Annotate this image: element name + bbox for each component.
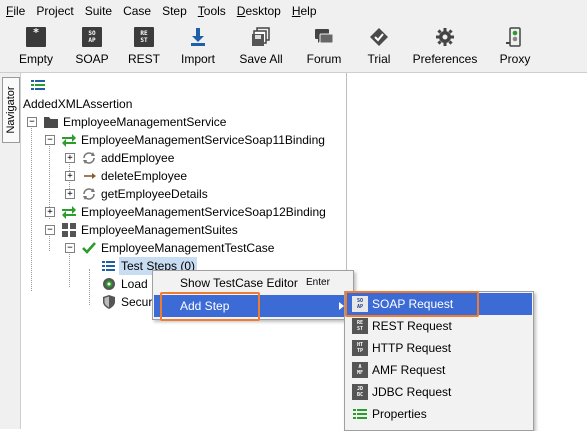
folder-icon [43,115,59,129]
add-step-item[interactable]: Add Step [154,295,352,317]
soap-button[interactable]: SO AP SOAP [66,22,118,72]
proxy-button[interactable]: Proxy [490,22,540,72]
forum-button[interactable]: Forum [298,22,350,72]
binding-icon [61,133,77,147]
menu-bar: File Project Suite Case Step Tools Deskt… [0,0,587,22]
test-suite-icon [61,223,77,237]
forum-icon [314,27,334,47]
shield-icon [101,295,117,309]
menu-desktop[interactable]: Desktop [231,0,286,22]
soap-icon: SO AP [82,27,102,47]
show-testcase-editor-item[interactable]: Show TestCase Editor Enter [154,272,352,294]
menu-step[interactable]: Step [156,0,192,22]
trial-button[interactable]: Trial [354,22,404,72]
rest-button[interactable]: RE ST REST [118,22,170,72]
menu-suite[interactable]: Suite [79,0,117,22]
operation-icon [81,187,97,201]
expand-toggle[interactable]: + [65,171,75,181]
gear-icon [435,27,455,47]
import-icon [188,27,208,47]
tree-node-suites[interactable]: − EmployeeManagementSuites [43,221,303,239]
expand-toggle[interactable]: + [65,153,75,163]
properties-item[interactable]: Properties [346,403,532,425]
collapse-toggle[interactable]: − [45,135,55,145]
navigator-strip: Navigator [0,73,21,429]
empty-button-label: Empty [18,52,53,66]
shortcut-label: Enter [306,277,330,288]
tree-view-icon[interactable] [31,79,47,91]
amf-request-item[interactable]: A MF AMF Request [346,359,532,381]
soap-request-icon: SO AP [352,296,368,312]
tree-node-testcase[interactable]: − EmployeeManagementTestCase [63,239,323,257]
empty-button[interactable]: * Empty [10,22,62,72]
soap-button-label: SOAP [75,52,109,66]
trial-icon [369,27,389,47]
proxy-button-label: Proxy [499,52,531,66]
rest-request-item[interactable]: RE ST REST Request [346,315,532,337]
tree-node-delete-employee[interactable]: + deleteEmployee [63,167,223,185]
menu-case[interactable]: Case [117,0,156,22]
tree-node-binding12[interactable]: + EmployeeManagementServiceSoap12Binding [43,203,343,221]
operation-icon [81,151,97,165]
rest-icon: RE ST [134,27,154,47]
preferences-button-label: Preferences [412,52,478,66]
save-all-button-label: Save All [239,52,283,66]
collapse-toggle[interactable]: − [45,225,55,235]
binding-icon [61,205,77,219]
navigator-tab-label: Navigator [5,86,17,134]
menu-project[interactable]: Project [30,0,78,22]
proxy-icon [505,27,525,47]
tree-node-get-employee-details[interactable]: + getEmployeeDetails [63,185,243,203]
http-request-item[interactable]: HT TP HTTP Request [346,337,532,359]
forum-button-label: Forum [306,52,342,66]
properties-icon [352,406,368,422]
expand-toggle[interactable]: + [45,207,55,217]
tree-node-binding11[interactable]: − EmployeeManagementServiceSoap11Binding [43,131,343,149]
import-button-label: Import [180,52,215,66]
test-steps-list-icon [101,259,117,273]
tree-root-label[interactable]: AddedXMLAssertion [23,97,132,111]
test-steps-context-menu: Show TestCase Editor Enter Add Step [152,270,354,320]
menu-tools[interactable]: Tools [192,0,231,22]
save-all-icon [251,27,271,47]
trial-button-label: Trial [367,52,391,66]
add-step-submenu: SO AP SOAP Request RE ST REST Request HT TP… [344,291,534,431]
navigator-tab[interactable]: Navigator [2,77,20,143]
one-way-operation-icon [81,169,97,183]
jdbc-request-item[interactable]: JD BC JDBC Request [346,381,532,403]
main-toolbar: * Empty SO AP SOAP RE ST REST Import Sav… [0,22,587,73]
rest-request-icon: RE ST [352,318,368,334]
import-button[interactable]: Import [172,22,224,72]
collapse-toggle[interactable]: − [27,117,37,127]
expand-toggle[interactable]: + [65,189,75,199]
preferences-button[interactable]: Preferences [412,22,478,72]
soap-request-item[interactable]: SO AP SOAP Request [346,293,532,315]
collapse-toggle[interactable]: − [65,243,75,253]
tree-node-add-employee[interactable]: + addEmployee [63,149,223,167]
testcase-check-icon [81,241,97,255]
jdbc-request-icon: JD BC [352,384,368,400]
menu-help[interactable]: Help [286,0,322,22]
empty-project-icon: * [26,27,46,47]
save-all-button[interactable]: Save All [234,22,288,72]
tree-connector [31,125,32,291]
menu-file[interactable]: File [0,0,30,22]
http-request-icon: HT TP [352,340,368,356]
navigator-tree-panel: AddedXMLAssertion − EmployeeManagementSe… [21,73,347,429]
load-test-icon [101,277,117,291]
amf-request-icon: A MF [352,362,368,378]
rest-button-label: REST [127,52,160,66]
tree-node-service[interactable]: − EmployeeManagementService [25,113,285,131]
